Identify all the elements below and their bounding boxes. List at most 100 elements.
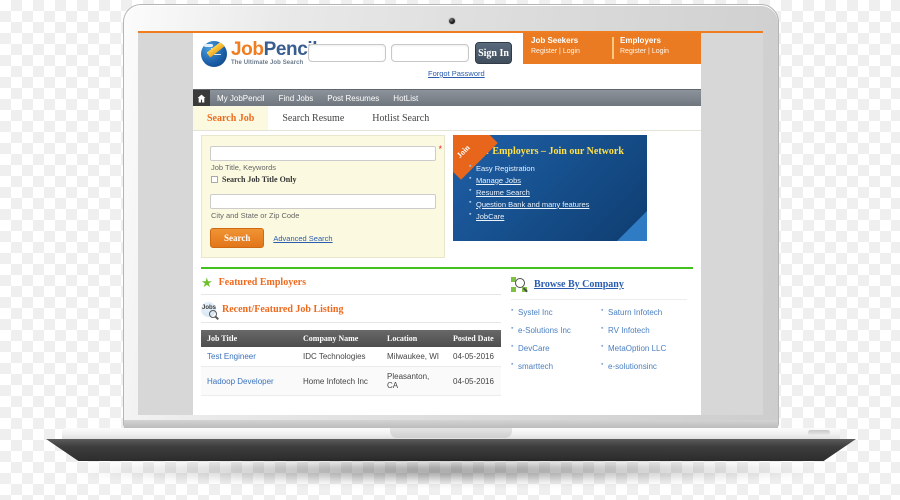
laptop-drop-shadow — [70, 458, 830, 484]
column-job-title[interactable]: Job Title — [201, 330, 297, 347]
separator: | — [648, 47, 650, 55]
table-header-row: Job Title Company Name Location Posted D… — [201, 330, 501, 347]
promo-item-label[interactable]: Manage Jobs — [476, 176, 521, 185]
employers-login-link[interactable]: Login — [652, 48, 669, 55]
main-navigation: My JobPencil Find Jobs Post Resumes HotL… — [193, 89, 701, 107]
job-search-panel: * Job Title, Keywords Search Job Title O… — [201, 135, 445, 258]
logo-wordmark: JobPencil — [231, 39, 318, 60]
list-item[interactable]: smarttech — [511, 361, 597, 371]
tab-search-resume[interactable]: Search Resume — [268, 106, 358, 130]
list-item[interactable]: Systel Inc — [511, 307, 597, 317]
job-table-body: Test Engineer IDC Technologies Milwaukee… — [201, 347, 501, 396]
employers-column: Employers Register | Login — [612, 33, 701, 64]
icon-block — [511, 287, 516, 292]
search-location-input[interactable] — [210, 194, 436, 209]
column-location[interactable]: Location — [381, 330, 447, 347]
job-seekers-login-link[interactable]: Login — [563, 48, 580, 55]
lower-content: ★ Featured Employers Jobs Recent/Feature… — [193, 269, 701, 396]
list-item[interactable]: RV Infotech — [601, 325, 687, 335]
table-row[interactable]: Hadoop Developer Home Infotech Inc Pleas… — [201, 366, 501, 396]
list-item[interactable]: e-solutionsinc — [601, 361, 687, 371]
jobs-search-icon: Jobs — [201, 302, 217, 318]
browse-search-icon — [511, 277, 528, 293]
tab-search-job[interactable]: Search Job — [193, 106, 269, 130]
location-hint: City and State or Zip Code — [211, 211, 300, 220]
nav-item-find-jobs[interactable]: Find Jobs — [272, 94, 321, 103]
promo-item-manage-jobs[interactable]: Manage Jobs — [469, 175, 639, 185]
column-posted-date[interactable]: Posted Date — [447, 330, 501, 347]
star-icon: ★ — [201, 275, 213, 290]
job-seekers-links: Register | Login — [531, 48, 612, 55]
featured-employers-title: Featured Employers — [218, 277, 306, 288]
search-title-only-checkbox[interactable] — [211, 176, 218, 183]
promo-item-label[interactable]: JobCare — [476, 212, 504, 221]
job-listing-title: Recent/Featured Job Listing — [222, 304, 344, 315]
magnifier-glyph — [209, 310, 217, 318]
nav-item-my-jobpencil[interactable]: My JobPencil — [210, 94, 272, 103]
employers-title: Employers — [620, 36, 661, 45]
company-cell: Home Infotech Inc — [297, 366, 381, 396]
advanced-search-link[interactable]: Advanced Search — [273, 234, 332, 243]
header-keyword-input[interactable] — [308, 44, 386, 62]
logo-word-job: Job — [231, 39, 264, 60]
logo-tagline: The Ultimate Job Search — [231, 60, 304, 66]
laptop-base-notch — [390, 428, 512, 438]
required-marker: * — [438, 144, 442, 154]
promo-item-resume-search[interactable]: Resume Search — [469, 187, 639, 197]
separator: | — [559, 47, 561, 55]
browse-by-company-header: Browse By Company — [511, 277, 687, 293]
forgot-password-link[interactable]: Forgot Password — [428, 69, 485, 78]
site-header: JobPencil The Ultimate Job Search Sign I… — [193, 33, 701, 89]
header-location-input[interactable] — [391, 44, 469, 62]
employers-links: Register | Login — [620, 48, 701, 55]
employers-register-link[interactable]: Register — [620, 48, 646, 55]
location-field-row — [210, 191, 436, 209]
search-actions: Search Advanced Search — [210, 228, 436, 248]
keyword-field-row: * — [210, 143, 442, 161]
list-item[interactable]: e-Solutions Inc — [511, 325, 597, 335]
employers-promo-banner: Join Dear Employers – Join our Network E… — [453, 135, 647, 241]
list-item[interactable]: Saturn Infotech — [601, 307, 687, 317]
list-item[interactable]: DevCare — [511, 343, 597, 353]
promo-item-label[interactable]: Resume Search — [476, 188, 530, 197]
search-button[interactable]: Search — [210, 228, 265, 248]
home-icon[interactable] — [193, 89, 210, 107]
website-viewport: JobPencil The Ultimate Job Search Sign I… — [138, 33, 763, 415]
pencil-icon — [206, 41, 227, 58]
nav-item-post-resumes[interactable]: Post Resumes — [320, 94, 386, 103]
search-title-only-label: Search Job Title Only — [222, 175, 297, 184]
search-keyword-input[interactable] — [210, 146, 436, 161]
tab-hotlist-search[interactable]: Hotlist Search — [358, 106, 443, 130]
logo-text: JobPencil The Ultimate Job Search — [231, 39, 318, 66]
table-row[interactable]: Test Engineer IDC Technologies Milwaukee… — [201, 347, 501, 367]
promo-item-jobcare[interactable]: JobCare — [469, 211, 639, 221]
promo-item-label: Easy Registration — [476, 163, 535, 173]
laptop-base-indicator — [808, 430, 830, 435]
promo-item-label[interactable]: Question Bank and many features — [476, 200, 589, 209]
job-title-cell[interactable]: Hadoop Developer — [201, 366, 297, 396]
job-seekers-register-link[interactable]: Register — [531, 48, 557, 55]
nav-item-hotlist[interactable]: HotList — [386, 94, 425, 103]
listings-column: ★ Featured Employers Jobs Recent/Feature… — [201, 269, 501, 396]
posted-date-cell: 04-05-2016 — [447, 347, 501, 367]
title-only-checkbox-row: Search Job Title Only — [211, 175, 436, 184]
location-cell: Pleasanton, CA — [381, 366, 447, 396]
promo-item-question-bank[interactable]: Question Bank and many features — [469, 199, 639, 209]
browse-column: Browse By Company Systel Inc Saturn Info… — [511, 269, 687, 396]
list-item[interactable]: MetaOption LLC — [601, 343, 687, 353]
location-cell: Milwaukee, WI — [381, 347, 447, 367]
site-logo[interactable]: JobPencil The Ultimate Job Search — [201, 39, 318, 67]
job-seekers-title: Job Seekers — [531, 36, 579, 45]
globe-icon — [201, 41, 227, 67]
job-title-cell[interactable]: Test Engineer — [201, 347, 297, 367]
keyword-hint: Job Title, Keywords — [211, 163, 277, 172]
job-seekers-column: Job Seekers Register | Login — [523, 33, 612, 64]
laptop-device: JobPencil The Ultimate Job Search Sign I… — [0, 0, 900, 500]
column-company-name[interactable]: Company Name — [297, 330, 381, 347]
webcam-dot — [448, 17, 456, 25]
promo-feature-list: Easy Registration Manage Jobs Resume Sea… — [469, 163, 639, 221]
browse-by-company-title[interactable]: Browse By Company — [534, 279, 624, 290]
promo-item-easy-registration: Easy Registration — [469, 163, 639, 173]
main-content: * Job Title, Keywords Search Job Title O… — [193, 131, 701, 258]
sign-in-button[interactable]: Sign In — [475, 42, 512, 64]
